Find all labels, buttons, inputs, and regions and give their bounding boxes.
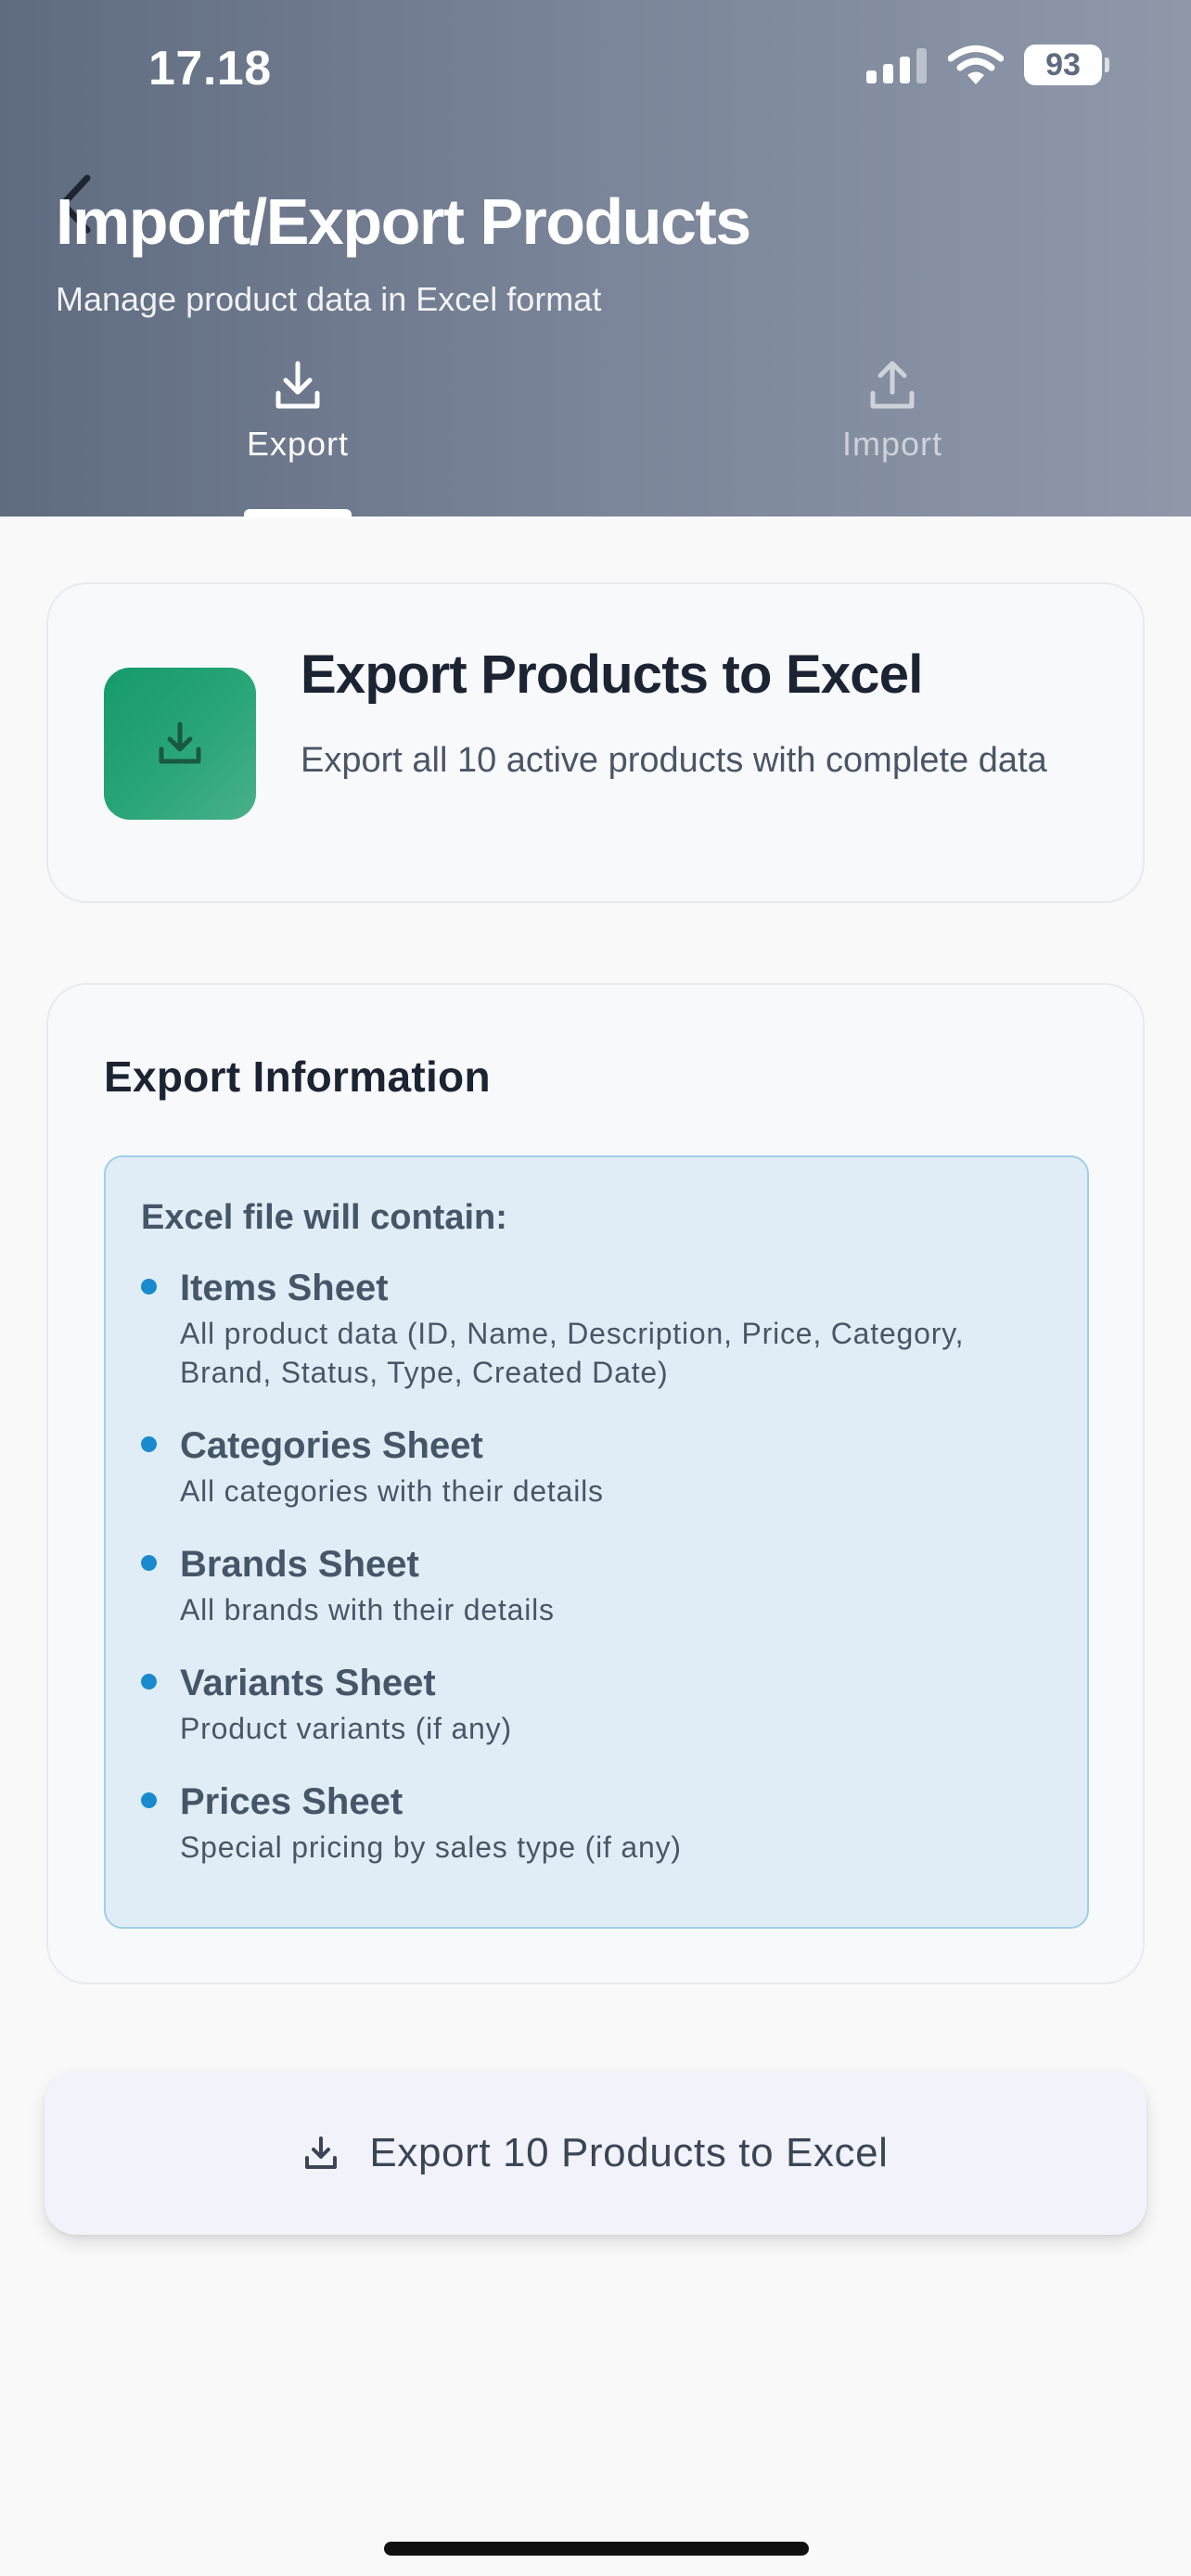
- bullet-icon: [141, 1436, 157, 1452]
- sheet-item-categories: Categories Sheet All categories with the…: [141, 1423, 1052, 1511]
- home-indicator: [384, 2542, 809, 2556]
- active-tab-indicator: [244, 509, 352, 518]
- download-icon: [275, 361, 320, 409]
- bullet-icon: [141, 1674, 157, 1690]
- sheet-item-variants: Variants Sheet Product variants (if any): [141, 1661, 1052, 1748]
- export-information-title: Export Information: [104, 1052, 491, 1101]
- sheet-name: Categories Sheet: [180, 1425, 483, 1466]
- sheet-name: Prices Sheet: [180, 1781, 403, 1822]
- sheet-description: Product variants (if any): [180, 1712, 512, 1745]
- sheet-description: Special pricing by sales type (if any): [180, 1830, 682, 1864]
- page-title: Import/Export Products: [56, 185, 751, 258]
- bullet-icon: [141, 1279, 157, 1294]
- sheet-name: Variants Sheet: [180, 1663, 436, 1703]
- battery-icon: 93: [1024, 45, 1109, 85]
- cellular-signal-icon: [866, 48, 927, 83]
- sheet-name: Brands Sheet: [180, 1544, 419, 1585]
- header: 17.18 93 Import/Export Products Manage p…: [0, 0, 1191, 518]
- export-products-card: Export Products to Excel Export all 10 a…: [46, 582, 1145, 903]
- sheet-info-heading: Excel file will contain:: [141, 1198, 507, 1237]
- sheet-description: All categories with their details: [180, 1474, 604, 1508]
- sheet-description: All product data (ID, Name, Description,…: [180, 1317, 965, 1389]
- upload-icon: [870, 361, 915, 409]
- sheet-item-brands: Brands Sheet All brands with their detai…: [141, 1542, 1052, 1629]
- tab-import[interactable]: Import: [744, 360, 1041, 464]
- bullet-icon: [141, 1555, 157, 1571]
- tab-export[interactable]: Export: [149, 360, 446, 464]
- export-card-description: Export all 10 active products with compl…: [301, 741, 1047, 780]
- download-icon: [305, 2136, 338, 2169]
- export-button-label: Export 10 Products to Excel: [369, 2130, 889, 2175]
- export-information-card: Export Information Excel file will conta…: [46, 983, 1145, 1984]
- bullet-icon: [141, 1792, 157, 1808]
- export-card-title: Export Products to Excel: [301, 644, 923, 705]
- tab-import-label: Import: [841, 425, 943, 463]
- status-time: 17.18: [148, 42, 272, 96]
- tab-export-label: Export: [246, 425, 350, 463]
- sheet-item-prices: Prices Sheet Special pricing by sales ty…: [141, 1779, 1052, 1867]
- sheet-info-box: Excel file will contain: Items Sheet All…: [104, 1155, 1089, 1929]
- sheet-name: Items Sheet: [180, 1268, 389, 1308]
- sheet-item-items: Items Sheet All product data (ID, Name, …: [141, 1266, 1052, 1392]
- wifi-icon: [948, 45, 1004, 84]
- export-products-button[interactable]: Export 10 Products to Excel: [45, 2072, 1146, 2235]
- page-subtitle: Manage product data in Excel format: [56, 280, 602, 318]
- sheet-description: All brands with their details: [180, 1593, 555, 1626]
- export-icon-box: [104, 668, 256, 820]
- status-icons: 93: [866, 45, 1109, 85]
- download-icon: [159, 721, 201, 764]
- battery-level: 93: [1045, 46, 1081, 83]
